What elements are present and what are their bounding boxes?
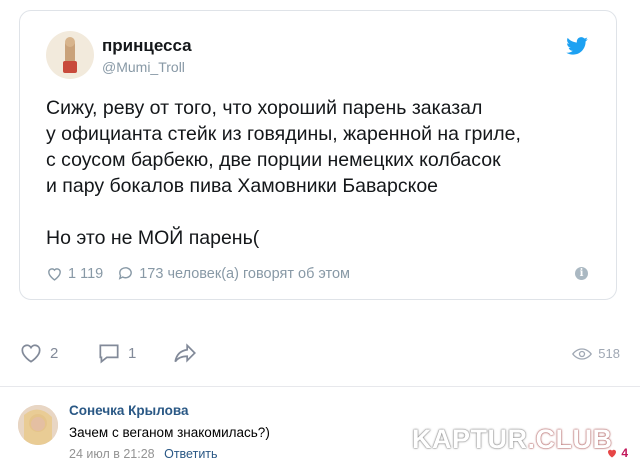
comment-text: Зачем с веганом знакомилась?) <box>69 425 270 440</box>
like-count: 2 <box>50 344 59 362</box>
tweet-line: Но это не МОЙ парень( <box>46 227 260 249</box>
views-counter: 518 <box>572 346 620 361</box>
heart-outline-icon <box>21 344 41 363</box>
embedded-tweet-card[interactable]: принцесса @Mumi_Troll Сижу, реву от того… <box>19 10 617 300</box>
watermark-part-2: .CLUB <box>527 424 613 454</box>
share-arrow-icon <box>174 343 196 363</box>
eye-icon <box>572 347 593 360</box>
tweet-footer: 1 119 173 человек(а) говорят об этом <box>46 265 350 282</box>
tweet-line: у официанта стейк из говядины, жаренной … <box>46 123 521 145</box>
tweet-author-name[interactable]: принцесса <box>102 36 192 56</box>
post-actions-bar: 2 1 518 <box>0 340 640 376</box>
reply-link[interactable]: Ответить <box>164 447 217 461</box>
speech-bubble-icon[interactable] <box>117 265 134 282</box>
share-button[interactable] <box>172 340 204 366</box>
comment-author[interactable]: Сонечка Крылова <box>69 403 188 418</box>
post: принцесса @Mumi_Troll Сижу, реву от того… <box>0 0 640 386</box>
views-count: 518 <box>598 346 620 361</box>
heart-filled-icon <box>608 449 617 458</box>
tweet-talking-count[interactable]: 173 человек(а) говорят об этом <box>139 266 350 282</box>
comment-like-count: 4 <box>621 446 628 460</box>
comment-button[interactable]: 1 <box>96 340 136 366</box>
comment-bubble-icon <box>99 344 119 364</box>
twitter-bird-icon[interactable] <box>566 37 588 55</box>
tweet-likes-count[interactable]: 1 119 <box>68 266 103 282</box>
like-button[interactable]: 2 <box>18 340 58 366</box>
tweet-line: и пару бокалов пива Хамовники Баварское <box>46 175 439 197</box>
tweet-avatar[interactable] <box>46 31 94 79</box>
watermark-part-1: KAPTUR <box>412 424 528 454</box>
heart-outline-icon[interactable] <box>46 265 63 282</box>
tweet-author-handle[interactable]: @Mumi_Troll <box>102 59 185 75</box>
tweet-line: с соусом барбекю, две порции немецких ко… <box>46 149 501 171</box>
info-icon[interactable]: i <box>575 267 588 280</box>
comment-avatar[interactable] <box>18 405 58 445</box>
comment-date[interactable]: 24 июл в 21:28 <box>69 447 155 461</box>
tweet-line: Сижу, реву от того, что хороший парень з… <box>46 97 483 119</box>
tweet-text: Сижу, реву от того, что хороший парень з… <box>46 95 606 251</box>
watermark-logo: KAPTUR.CLUB <box>412 424 613 455</box>
comment-count: 1 <box>128 344 137 362</box>
comment-like-button[interactable]: 4 <box>606 446 628 460</box>
comment-meta: 24 июл в 21:28 Ответить <box>69 447 218 461</box>
